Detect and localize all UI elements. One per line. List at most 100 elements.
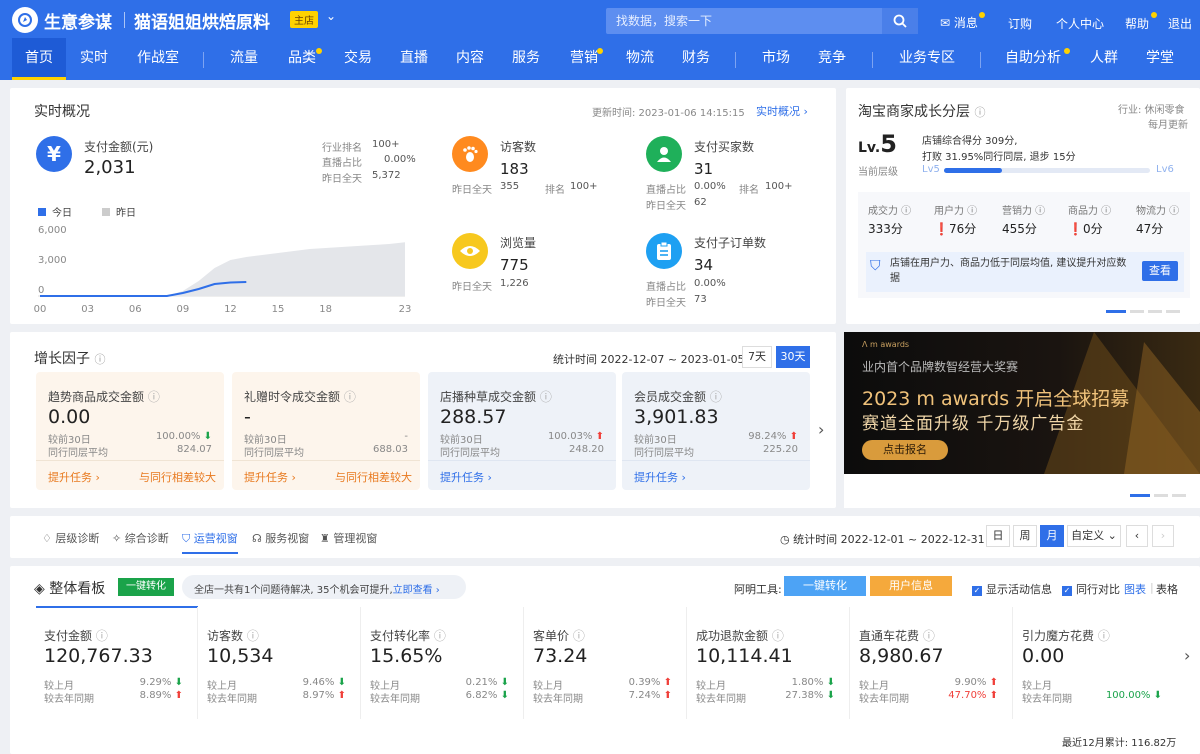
nav-service[interactable]: 服务 bbox=[504, 38, 548, 80]
level-from: Lv5 bbox=[922, 164, 940, 175]
tab-level-diagnosis[interactable]: ♢ 层级诊断 bbox=[42, 530, 99, 546]
one-key-convert-badge[interactable]: 一键转化 bbox=[118, 578, 174, 596]
flask-icon: ♜ bbox=[320, 532, 330, 545]
range-month[interactable]: 月 bbox=[1040, 525, 1064, 547]
layers-icon: ◈ bbox=[34, 581, 45, 597]
nav-business[interactable]: 业务专区 bbox=[892, 38, 962, 80]
tab-overall-diagnosis[interactable]: ✧ 综合诊断 bbox=[112, 530, 169, 546]
tab-label: 综合诊断 bbox=[124, 532, 169, 545]
metric-row2-value: 8.97% ⬆ bbox=[302, 690, 346, 701]
message-link[interactable]: ✉ 消息 bbox=[940, 14, 978, 31]
metric-card[interactable]: 客单价 ⓘ 73.24 较上月 较去年同期 0.39% ⬆ 7.24% ⬆ bbox=[525, 607, 687, 719]
realtime-link[interactable]: 实时概况 › bbox=[756, 103, 808, 119]
carousel-dot[interactable] bbox=[1166, 310, 1180, 313]
banner-tag: 业内首个品牌数智经营大奖赛 bbox=[862, 360, 1019, 374]
order-link[interactable]: 订购 bbox=[1008, 15, 1032, 32]
gf-improve-link[interactable]: 提升任务 › bbox=[48, 469, 100, 485]
pv-yest-value: 1,226 bbox=[500, 278, 529, 289]
ability-value: 455分 bbox=[1002, 222, 1037, 236]
nav-category[interactable]: 品类 bbox=[280, 38, 324, 80]
tool-convert-button[interactable]: 一键转化 bbox=[784, 576, 866, 596]
btn-7days[interactable]: 7天 bbox=[742, 346, 772, 368]
nav-finance[interactable]: 财务 bbox=[674, 38, 718, 80]
carousel-dot[interactable] bbox=[1148, 310, 1162, 313]
carousel-dot-active[interactable] bbox=[1130, 494, 1150, 497]
peer-compare-checkbox[interactable]: ✓ 同行对比 bbox=[1062, 581, 1120, 597]
show-activity-checkbox[interactable]: ✓ 显示活动信息 bbox=[972, 581, 1052, 597]
banner-image[interactable]: Λ m awards 业内首个品牌数智经营大奖赛 2023 m awards 开… bbox=[844, 332, 1200, 474]
growth-factor-card-item[interactable]: 趋势商品成交金额 ⓘ 0.00 较前30日 同行同层平均 100.00% ⬇ 824.07… bbox=[36, 372, 224, 490]
gf-improve-link[interactable]: 提升任务 › bbox=[244, 469, 296, 485]
nav-warroom[interactable]: 作战室 bbox=[132, 38, 184, 80]
search-button[interactable] bbox=[882, 8, 918, 34]
nav-compete[interactable]: 竞争 bbox=[810, 38, 854, 80]
metric-card[interactable]: 访客数 ⓘ 10,534 较上月 较去年同期 9.46% ⬇ 8.97% ⬆ bbox=[199, 607, 361, 719]
nav-self-analysis[interactable]: 自助分析 bbox=[1000, 38, 1066, 80]
nav-live[interactable]: 直播 bbox=[392, 38, 436, 80]
tab-operation-view[interactable]: ⛉ 运营视窗 bbox=[182, 530, 238, 546]
nav-trade[interactable]: 交易 bbox=[336, 38, 380, 80]
carousel-dot-active[interactable] bbox=[1106, 310, 1126, 313]
growth-factor-card-item[interactable]: 店播种草成交金额 ⓘ 288.57 较前30日 同行同层平均 100.03% ⬆ 248.… bbox=[428, 372, 616, 490]
help-icon[interactable]: ⓘ bbox=[94, 353, 105, 366]
next-button[interactable]: › bbox=[1152, 525, 1174, 547]
banner-line1: 2023 m awards 开启全球招募 bbox=[862, 388, 1130, 410]
prev-button[interactable]: ‹ bbox=[1126, 525, 1148, 547]
metric-card[interactable]: 引力魔方花费 ⓘ 0.00 较上月 较去年同期 100.00% ⬇ bbox=[1014, 607, 1176, 719]
tab-label: 服务视窗 bbox=[265, 532, 310, 545]
tool-userinfo-button[interactable]: 用户信息 bbox=[870, 576, 952, 596]
search-input[interactable] bbox=[606, 8, 882, 34]
metric-card[interactable]: 直通车花费 ⓘ 8,980.67 较上月 较去年同期 9.90% ⬆ 47.70% ⬆ bbox=[851, 607, 1013, 719]
brand-name[interactable]: 生意参谋 bbox=[44, 8, 112, 33]
metric-value: 8,980.67 bbox=[859, 645, 944, 667]
chevron-right-icon[interactable]: › bbox=[818, 420, 824, 439]
metric-card[interactable]: 成功退款金额 ⓘ 10,114.41 较上月 较去年同期 1.80% ⬇ 27.38% ⬇ bbox=[688, 607, 850, 719]
gf-improve-link[interactable]: 提升任务 › bbox=[634, 469, 686, 485]
nav-crowd[interactable]: 人群 bbox=[1082, 38, 1126, 80]
shield-icon: ⛉ bbox=[870, 258, 881, 274]
pv-value: 775 bbox=[500, 256, 529, 274]
nav-traffic[interactable]: 流量 bbox=[222, 38, 266, 80]
metric-card[interactable]: 支付转化率 ⓘ 15.65% 较上月 较去年同期 0.21% ⬇ 6.82% ⬇ bbox=[362, 607, 524, 719]
view-button[interactable]: 查看 bbox=[1142, 261, 1178, 281]
tab-manage-view[interactable]: ♜ 管理视窗 bbox=[320, 530, 377, 546]
help-icon[interactable]: ⓘ bbox=[974, 106, 985, 119]
level: Lv.5 bbox=[858, 130, 897, 158]
range-day[interactable]: 日 bbox=[986, 525, 1010, 547]
shop-name[interactable]: 猫语姐姐烘焙原料 bbox=[134, 8, 270, 33]
buyers-live-value: 0.00% bbox=[694, 181, 726, 192]
nav-market[interactable]: 市场 bbox=[754, 38, 798, 80]
carousel-dot[interactable] bbox=[1130, 310, 1144, 313]
growth-factor-period: 统计时间 2022-12-07 ~ 2023-01-05 bbox=[553, 353, 745, 366]
nav-logistics[interactable]: 物流 bbox=[618, 38, 662, 80]
tab-service-view[interactable]: ☊ 服务视窗 bbox=[252, 530, 309, 546]
growth-factor-card-item[interactable]: 会员成交金额 ⓘ 3,901.83 较前30日 同行同层平均 98.24% ⬆ 225.2… bbox=[622, 372, 810, 490]
personal-center-link[interactable]: 个人中心 bbox=[1056, 15, 1104, 32]
nav-school[interactable]: 学堂 bbox=[1138, 38, 1182, 80]
nav-home[interactable]: 首页 bbox=[12, 38, 66, 80]
range-week[interactable]: 周 bbox=[1013, 525, 1037, 547]
range-custom[interactable]: 自定义 ⌄ bbox=[1067, 525, 1121, 547]
nav-realtime[interactable]: 实时 bbox=[74, 38, 114, 80]
nav-content[interactable]: 内容 bbox=[448, 38, 492, 80]
btn-30days[interactable]: 30天 bbox=[776, 346, 810, 368]
gf-improve-link[interactable]: 提升任务 › bbox=[440, 469, 492, 485]
logout-link[interactable]: 退出 bbox=[1168, 15, 1192, 32]
banner-signup-button[interactable]: 点击报名 bbox=[862, 440, 948, 460]
table-view-toggle[interactable]: 表格 bbox=[1156, 581, 1178, 597]
pay-live-value: 0.00% bbox=[384, 154, 416, 165]
logo[interactable] bbox=[12, 7, 38, 33]
chart-view-toggle[interactable]: 图表 bbox=[1124, 581, 1146, 597]
carousel-dot[interactable] bbox=[1172, 494, 1186, 497]
metric-card[interactable]: 支付金额 ⓘ 120,767.33 较上月 较去年同期 9.29% ⬇ 8.89% ⬆ bbox=[36, 607, 198, 719]
pay-yest-value: 5,372 bbox=[372, 170, 401, 181]
headset-icon: ☊ bbox=[252, 532, 262, 545]
growth-factor-card-item[interactable]: 礼赠时令成交金额 ⓘ - 较前30日 同行同层平均 - 688.03 提升任务 › 与同行相… bbox=[232, 372, 420, 490]
chevron-down-icon[interactable]: ⌄ bbox=[326, 9, 336, 23]
metric-label: 客单价 ⓘ bbox=[533, 629, 585, 643]
nav-marketing[interactable]: 营销 bbox=[562, 38, 606, 80]
notice-link[interactable]: 立即查看 › bbox=[393, 585, 440, 596]
chevron-right-icon[interactable]: › bbox=[1184, 646, 1190, 665]
help-link[interactable]: 帮助 bbox=[1125, 15, 1149, 32]
carousel-dot[interactable] bbox=[1154, 494, 1168, 497]
